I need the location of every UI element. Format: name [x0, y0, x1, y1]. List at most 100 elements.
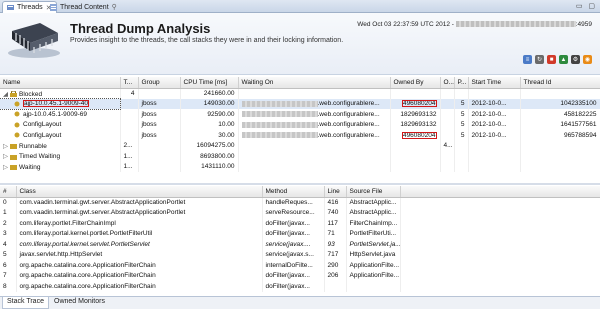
- col-waiting-on[interactable]: Waiting On: [238, 77, 391, 89]
- cpu-time: 149030.00: [180, 98, 239, 109]
- pane-splitter[interactable]: [0, 183, 600, 185]
- start-time: 2012-10-0...: [468, 98, 521, 109]
- lock-icon[interactable]: ■: [547, 55, 556, 64]
- timed-waiting-group-icon: [10, 154, 17, 160]
- stack-frame-row[interactable]: 7 org.apache.catalina.core.ApplicationFil…: [0, 270, 600, 281]
- col-t[interactable]: T...: [120, 77, 139, 89]
- col-p[interactable]: P...: [454, 77, 469, 89]
- frame-method: doFilter(javax...: [262, 228, 325, 239]
- col-name[interactable]: Name: [0, 77, 121, 89]
- col-thread-id[interactable]: Thread Id: [520, 77, 600, 89]
- stack-frame-row[interactable]: 8 org.apache.catalina.core.ApplicationFil…: [0, 281, 600, 292]
- dump-timestamp: Wed Oct 03 22:37:59 UTC 2012 - :4959: [357, 21, 592, 28]
- expand-icon[interactable]: ▷: [3, 142, 10, 150]
- owned-by: 496080204: [401, 100, 437, 108]
- frame-method: doFilter(javax...: [262, 281, 325, 292]
- frame-method: doFilter(javax...: [262, 218, 325, 229]
- col-frame-number[interactable]: #: [0, 186, 17, 198]
- col-source-file[interactable]: Source File: [346, 186, 401, 198]
- frame-class: com.vaadin.terminal.gwt.server.AbstractA…: [16, 207, 263, 218]
- thread-group: jboss: [138, 130, 181, 141]
- stack-frame-row[interactable]: 2 com.liferay.portlet.FilterChainImpl doFi…: [0, 218, 600, 229]
- cpu-time: 16094275.00: [180, 140, 239, 151]
- thread-row[interactable]: ajp-10.0.45.1-9009-69 jboss 92590.00 .we…: [0, 109, 600, 120]
- frame-line: 71: [324, 228, 347, 239]
- thread-group-row-runnable[interactable]: ▷ Runnable 2... 16094275.00 4...: [0, 140, 600, 151]
- frame-number: 0: [0, 197, 17, 208]
- thread-name: ConfigLayout: [23, 131, 62, 139]
- stack-frame-row[interactable]: 0 com.vaadin.terminal.gwt.server.Abstract…: [0, 197, 600, 208]
- col-group[interactable]: Group: [138, 77, 181, 89]
- tab-thread-content-label: Thread Content: [60, 3, 109, 11]
- waiting-on: .web.configurablere...: [238, 98, 391, 109]
- thread-row[interactable]: ConfigLayout jboss 10.00 .web.configurab…: [0, 119, 600, 130]
- lock-group-icon: [10, 90, 17, 97]
- col-method[interactable]: Method: [262, 186, 325, 198]
- redacted-text: [241, 132, 318, 139]
- settings-icon[interactable]: ⚙: [571, 55, 580, 64]
- thread-name: Timed Waiting: [19, 153, 61, 161]
- owned-by: 496080204: [401, 131, 437, 139]
- thread-icon: [14, 132, 21, 138]
- thread-name: Waiting: [19, 163, 41, 171]
- frame-class: com.liferay.portlet.FilterChainImpl: [16, 218, 263, 229]
- thread-id: 1641577561: [520, 119, 600, 130]
- expand-icon[interactable]: ▷: [3, 152, 10, 160]
- threads-table: Name T... Group CPU Time [ms] Waiting On…: [0, 77, 600, 172]
- thread-group-row-timed-waiting[interactable]: ▷ Timed Waiting 1... 8693800.00: [0, 151, 600, 162]
- frame-line: 717: [324, 249, 347, 260]
- stack-frame-row[interactable]: 6 org.apache.catalina.core.ApplicationFil…: [0, 260, 600, 271]
- frame-number: 3: [0, 228, 17, 239]
- window-controls[interactable]: ▭ ▢: [576, 2, 597, 10]
- thread-row-selected[interactable]: ajp-10.0.45.1-9009-40 jboss 149030.00 .w…: [0, 97, 600, 110]
- frame-line: 740: [324, 207, 347, 218]
- page-subtitle: Provides insight to the threads, the cal…: [70, 37, 344, 44]
- thread-name: Runnable: [19, 142, 47, 150]
- col-o[interactable]: O...: [440, 77, 455, 89]
- stack-frame-row[interactable]: 1 com.vaadin.terminal.gwt.server.Abstract…: [0, 207, 600, 218]
- pin-icon[interactable]: ⚲: [112, 3, 117, 11]
- redacted-text: [241, 100, 318, 107]
- thread-count: 2...: [120, 140, 139, 151]
- expand-icon[interactable]: ▷: [3, 163, 10, 171]
- thread-group: [138, 88, 181, 99]
- thread-name: ajp-10.0.45.1-9009-69: [23, 110, 87, 118]
- thread-group-row-blocked[interactable]: ◢ Blocked 4 241660.00: [0, 88, 600, 99]
- tab-thread-content[interactable]: Thread Content ⚲: [46, 1, 121, 13]
- frame-method: internalDoFilte...: [262, 260, 325, 271]
- view-toolbar: ≡ ↻ ■ ▲ ⚙ ◉: [523, 55, 592, 64]
- cpu-time: 8693800.00: [180, 151, 239, 162]
- thread-group-row-waiting[interactable]: ▷ Waiting 1... 1431110.00: [0, 161, 600, 172]
- frame-line: 206: [324, 270, 347, 281]
- col-cpu-time[interactable]: CPU Time [ms]: [180, 77, 239, 89]
- port-text: :4959: [575, 21, 592, 28]
- col-start-time[interactable]: Start Time: [468, 77, 521, 89]
- frame-method: service(javax.s...: [262, 249, 325, 260]
- waiting-on: .web.configurablere...: [238, 130, 391, 141]
- col-class[interactable]: Class: [16, 186, 263, 198]
- frame-number: 5: [0, 249, 17, 260]
- chart-icon[interactable]: ▲: [559, 55, 568, 64]
- col-line[interactable]: Line: [324, 186, 347, 198]
- tab-stack-trace[interactable]: Stack Trace: [2, 297, 49, 309]
- tab-owned-monitors[interactable]: Owned Monitors: [50, 297, 109, 309]
- threads-icon: [7, 4, 14, 11]
- cpu-time: 30.00: [180, 130, 239, 141]
- frame-number: 8: [0, 281, 17, 292]
- thread-id: 458182225: [520, 109, 600, 120]
- cpu-time: 10.00: [180, 119, 239, 130]
- frame-line: 93: [324, 239, 347, 250]
- priority: 5: [454, 98, 469, 109]
- export-icon[interactable]: ◉: [583, 55, 592, 64]
- owned-by: 1829693132: [390, 109, 441, 120]
- stack-frame-row[interactable]: 3 com.liferay.portal.kernel.portlet.Portl…: [0, 228, 600, 239]
- timestamp-text: Wed Oct 03 22:37:59 UTC 2012 -: [357, 21, 456, 28]
- stack-frame-row[interactable]: 5 javax.servlet.http.HttpServlet service(j…: [0, 249, 600, 260]
- filter-icon[interactable]: ≡: [523, 55, 532, 64]
- col-owned-by[interactable]: Owned By: [390, 77, 441, 89]
- stack-frame-row[interactable]: 4 com.liferay.portal.kernel.servlet.Portl…: [0, 239, 600, 250]
- priority: 5: [454, 119, 469, 130]
- refresh-icon[interactable]: ↻: [535, 55, 544, 64]
- collapse-icon[interactable]: ◢: [3, 90, 10, 98]
- thread-row[interactable]: ConfigLayout jboss 30.00 .web.configurab…: [0, 130, 600, 141]
